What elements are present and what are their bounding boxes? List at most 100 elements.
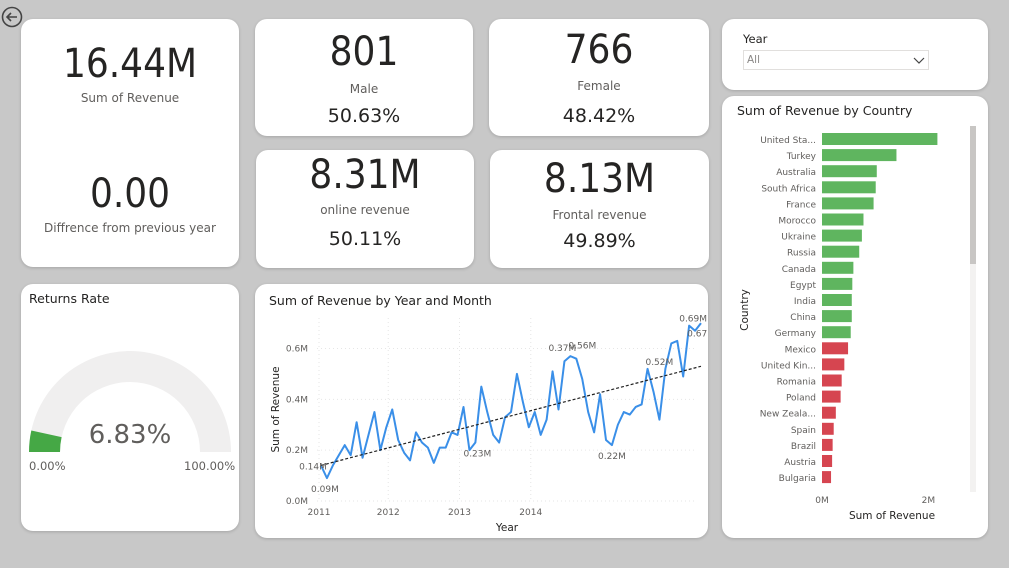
- line-data-label: 0.67M: [687, 330, 708, 340]
- country-bar[interactable]: [822, 165, 877, 178]
- country-bar-chart: United Sta... Turkey Australia South Africa…: [739, 133, 938, 522]
- revenue-value: 16.44M: [62, 41, 198, 87]
- online-revenue-card: 8.31M online revenue 50.11%: [256, 150, 474, 268]
- male-pct: 50.63%: [327, 105, 401, 127]
- country-scrollbar[interactable]: [970, 126, 976, 492]
- country-bar[interactable]: [822, 326, 851, 339]
- gauge-min-label: 0.00%: [29, 459, 66, 473]
- country-label: United Kin...: [761, 361, 816, 371]
- line-x-tick: 2012: [377, 508, 400, 518]
- country-bar[interactable]: [822, 245, 860, 258]
- year-slicer-card: Year All: [722, 19, 988, 90]
- line-data-label: 0.09M: [311, 485, 339, 495]
- country-bar[interactable]: [822, 229, 862, 242]
- country-label: Spain: [791, 426, 816, 436]
- female-pct: 48.42%: [562, 105, 636, 127]
- country-x-axis-title: Sum of Revenue: [849, 510, 935, 522]
- country-bar[interactable]: [822, 294, 852, 306]
- revenue-card: 16.44M Sum of Revenue 0.00 Diffrence fro…: [21, 19, 239, 267]
- country-x-tick: 0M: [815, 496, 829, 506]
- country-bar[interactable]: [822, 181, 876, 194]
- country-bar[interactable]: [822, 358, 845, 371]
- country-bar[interactable]: [822, 374, 842, 387]
- male-value: 801: [329, 29, 399, 75]
- line-y-axis-title: Sum of Revenue: [270, 366, 282, 452]
- country-bar[interactable]: [822, 342, 849, 355]
- country-bar[interactable]: [822, 455, 833, 467]
- country-bar[interactable]: [822, 471, 832, 484]
- country-bar[interactable]: [822, 277, 853, 290]
- country-bar[interactable]: [822, 197, 874, 210]
- line-x-tick: 2013: [448, 508, 471, 518]
- female-label: Female: [577, 79, 621, 93]
- year-slicer-label: Year: [743, 32, 768, 46]
- line-data-label: 0.69M: [679, 315, 707, 325]
- country-label: Brazil: [791, 442, 816, 452]
- country-label: Bulgaria: [779, 474, 816, 484]
- country-label: Mexico: [785, 345, 817, 355]
- line-y-tick: 0.2M: [286, 446, 308, 456]
- country-bar[interactable]: [822, 390, 841, 403]
- returns-rate-card: Returns Rate 6.83% 0.00% 100.00%: [21, 284, 239, 531]
- line-x-tick: 2011: [308, 508, 331, 518]
- country-label: Romania: [777, 378, 816, 388]
- year-dropdown[interactable]: All: [743, 50, 929, 70]
- online-revenue-value: 8.31M: [309, 152, 421, 198]
- country-label: Morocco: [778, 217, 816, 227]
- male-label: Male: [349, 82, 379, 96]
- country-y-axis-title: Country: [739, 289, 751, 331]
- country-bar[interactable]: [822, 310, 852, 323]
- frontal-revenue-card: 8.13M Frontal revenue 49.89%: [490, 150, 709, 268]
- country-bar[interactable]: [822, 406, 836, 419]
- line-x-tick: 2014: [519, 508, 542, 518]
- diff-value: 0.00: [89, 171, 171, 217]
- country-label: Ukraine: [781, 233, 816, 243]
- line-data-label: 0.56M: [568, 342, 596, 352]
- country-label: United Sta...: [760, 136, 816, 146]
- returns-rate-gauge: [29, 351, 231, 452]
- revenue-line-card: Sum of Revenue by Year and Month 0.0M 0.2…: [255, 284, 708, 538]
- revenue-label: Sum of Revenue: [80, 91, 180, 105]
- country-x-tick: 2M: [922, 496, 936, 506]
- country-label: Egypt: [790, 281, 816, 291]
- country-label: Germany: [775, 329, 817, 339]
- country-bar[interactable]: [822, 213, 864, 226]
- country-label: New Zeala...: [760, 410, 816, 420]
- female-value: 766: [564, 27, 634, 73]
- line-y-tick: 0.6M: [286, 345, 308, 355]
- female-card: 766 Female 48.42%: [489, 19, 709, 136]
- frontal-revenue-value: 8.13M: [543, 156, 656, 202]
- country-bar[interactable]: [822, 422, 834, 435]
- country-label: Poland: [786, 394, 816, 404]
- line-x-axis-title: Year: [495, 522, 519, 534]
- country-label: France: [786, 200, 816, 210]
- line-data-label: 0.52M: [645, 358, 673, 368]
- country-label: Austria: [784, 458, 816, 468]
- country-bar[interactable]: [822, 261, 854, 274]
- online-revenue-label: online revenue: [320, 203, 410, 217]
- country-label: India: [794, 297, 816, 307]
- revenue-series-line: [320, 322, 702, 480]
- country-scrollbar-thumb[interactable]: [970, 126, 976, 264]
- line-y-tick: 0.0M: [286, 497, 308, 507]
- country-label: Russia: [787, 249, 816, 259]
- line-data-label: 0.22M: [598, 452, 626, 462]
- revenue-line-chart: 0.0M 0.2M 0.4M 0.6M 2011 2012 2013 2014Year Sum …: [270, 315, 708, 534]
- country-label: Australia: [776, 168, 816, 178]
- country-bar[interactable]: [822, 133, 938, 145]
- country-label: Turkey: [786, 152, 817, 162]
- male-card: 801 Male 50.63%: [255, 19, 473, 136]
- line-data-label: 0.23M: [463, 450, 491, 460]
- diff-label: Diffrence from previous year: [44, 221, 216, 235]
- line-data-label: 0.14M: [299, 462, 327, 472]
- frontal-revenue-label: Frontal revenue: [552, 208, 647, 222]
- frontal-revenue-pct: 49.89%: [563, 230, 636, 252]
- country-label: China: [790, 313, 816, 323]
- country-bar[interactable]: [822, 438, 833, 451]
- country-label: South Africa: [761, 184, 816, 194]
- country-label: Canada: [782, 265, 816, 275]
- back-arrow-icon[interactable]: [1, 6, 23, 28]
- year-dropdown-value: All: [747, 54, 761, 66]
- country-bar[interactable]: [822, 149, 897, 162]
- country-revenue-card: Sum of Revenue by Country United Sta... T…: [722, 96, 988, 538]
